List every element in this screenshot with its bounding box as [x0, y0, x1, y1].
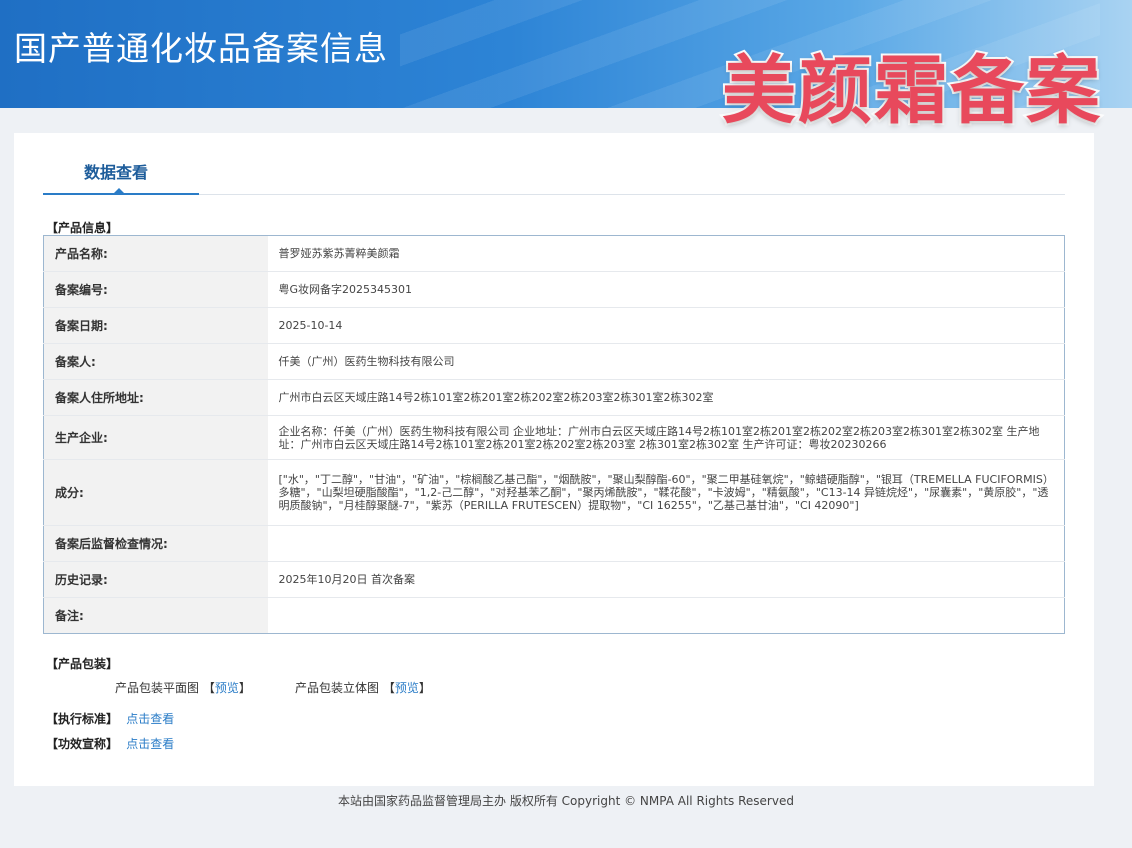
table-row: 成分: ["水"，"丁二醇"，"甘油"，"矿油"，"棕榈酸乙基己酯"，"烟酰胺"… — [43, 459, 1065, 526]
row-label: 成分: — [43, 459, 268, 526]
bracket-open: 【 — [382, 681, 395, 695]
row-label: 历史记录: — [43, 561, 268, 598]
tab-label: 数据查看 — [84, 163, 149, 182]
table-row: 生产企业: 企业名称：仟美（广州）医药生物科技有限公司 企业地址：广州市白云区天… — [43, 415, 1065, 460]
bracket-close: 】 — [238, 681, 251, 695]
tab-caret-icon — [113, 188, 125, 194]
row-value: 广州市白云区天域庄路14号2栋101室2栋201室2栋202室2栋203室2栋3… — [267, 379, 1065, 416]
efficacy-label: 【功效宣称】 — [46, 737, 119, 751]
standard-view-link[interactable]: 点击查看 — [126, 712, 174, 726]
table-row: 历史记录: 2025年10月20日 首次备案 — [43, 561, 1065, 598]
overlay-stamp-text: 美颜霜备案 — [720, 48, 1102, 134]
row-label: 备注: — [43, 597, 268, 634]
preview-solid-link[interactable]: 预览 — [395, 681, 419, 695]
bracket-open: 【 — [202, 681, 215, 695]
row-label: 备案后监督检查情况: — [43, 525, 268, 562]
row-value: 2025-10-14 — [267, 307, 1065, 344]
standard-label: 【执行标准】 — [46, 712, 119, 726]
tab-data-view[interactable]: 数据查看 — [43, 133, 199, 195]
section-title-packaging: 【产品包装】 — [46, 657, 119, 671]
packaging-solid-label: 产品包装立体图 — [295, 681, 380, 695]
table-row: 备案人住所地址: 广州市白云区天域庄路14号2栋101室2栋201室2栋202室… — [43, 379, 1065, 416]
row-value — [268, 598, 1065, 634]
product-info-table: 产品名称: 普罗娅苏紫苏菁粹美颜霜 备案编号: 粤G妆网备字2025345301… — [43, 235, 1065, 634]
site-title: 国产普通化妆品备案信息 — [14, 29, 388, 68]
table-row: 备注: — [43, 597, 1065, 634]
row-value: 企业名称：仟美（广州）医药生物科技有限公司 企业地址：广州市白云区天域庄路14号… — [267, 415, 1065, 460]
tab-bar: 数据查看 — [43, 133, 1065, 195]
row-value: 仟美（广州）医药生物科技有限公司 — [267, 343, 1065, 380]
standard-row: 【执行标准】 点击查看 — [46, 710, 174, 727]
bracket-close: 】 — [418, 681, 431, 695]
row-label: 备案日期: — [43, 307, 268, 344]
table-row: 备案人: 仟美（广州）医药生物科技有限公司 — [43, 343, 1065, 380]
table-row: 产品名称: 普罗娅苏紫苏菁粹美颜霜 — [43, 235, 1065, 272]
row-value — [267, 525, 1065, 562]
efficacy-view-link[interactable]: 点击查看 — [126, 737, 174, 751]
content-card: 数据查看 【产品信息】 产品名称: 普罗娅苏紫苏菁粹美颜霜 备案编号: 粤G妆网… — [14, 133, 1094, 786]
packaging-flat-label: 产品包装平面图 — [115, 681, 200, 695]
row-label: 生产企业: — [43, 415, 268, 460]
row-value: 2025年10月20日 首次备案 — [267, 561, 1065, 598]
row-label: 备案编号: — [43, 271, 268, 308]
row-value: 粤G妆网备字2025345301 — [267, 271, 1065, 308]
row-label: 产品名称: — [43, 235, 268, 272]
efficacy-row: 【功效宣称】 点击查看 — [46, 735, 174, 752]
row-value: ["水"，"丁二醇"，"甘油"，"矿油"，"棕榈酸乙基己酯"，"烟酰胺"，"聚山… — [267, 459, 1065, 526]
row-label: 备案人住所地址: — [43, 379, 268, 416]
preview-flat-link[interactable]: 预览 — [215, 681, 239, 695]
footer-copyright: 本站由国家药品监督管理局主办 版权所有 Copyright © NMPA All… — [338, 794, 794, 808]
packaging-flat-item: 产品包装平面图 【预览】 — [115, 679, 251, 696]
table-row: 备案日期: 2025-10-14 — [43, 307, 1065, 344]
table-row: 备案编号: 粤G妆网备字2025345301 — [43, 271, 1065, 308]
row-label: 备案人: — [43, 343, 268, 380]
packaging-solid-item: 产品包装立体图 【预览】 — [295, 679, 431, 696]
table-row: 备案后监督检查情况: — [43, 525, 1065, 562]
section-title-product-info: 【产品信息】 — [46, 221, 119, 235]
row-value: 普罗娅苏紫苏菁粹美颜霜 — [267, 235, 1065, 272]
